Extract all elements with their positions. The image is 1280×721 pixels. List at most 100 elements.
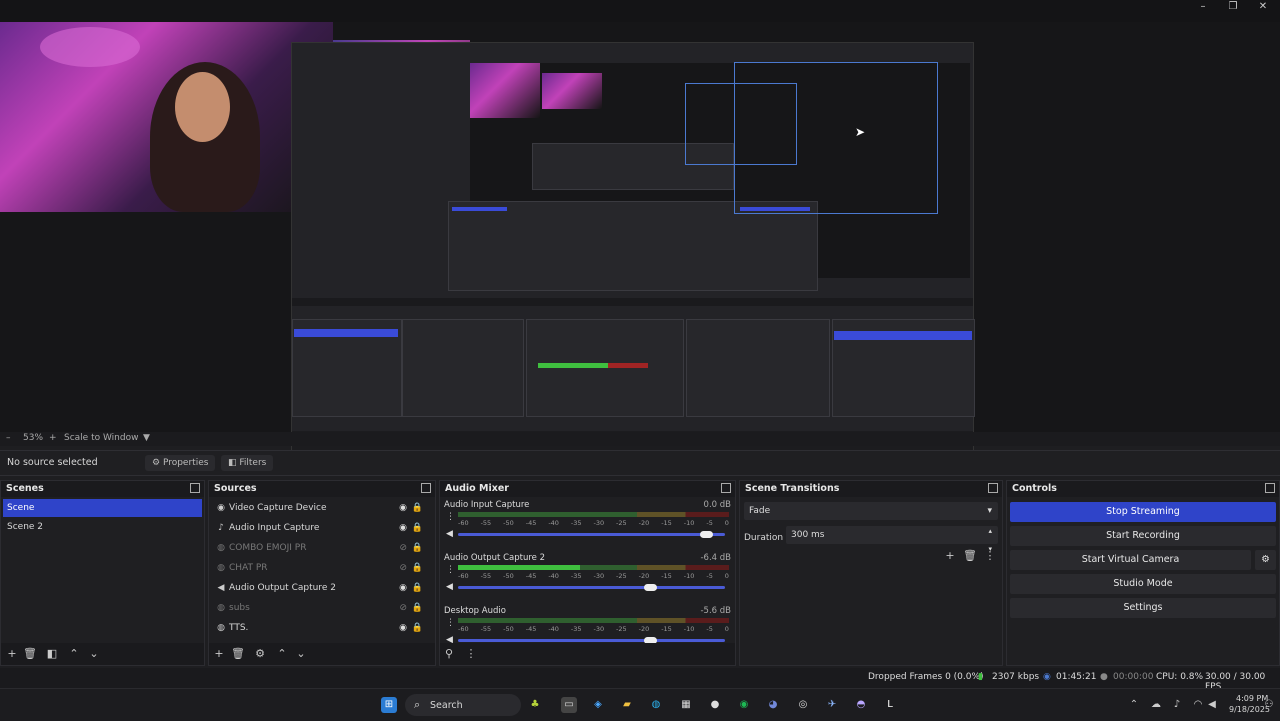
chevron-up-icon[interactable]: ⌃ [1126,697,1142,713]
popout-icon[interactable] [721,483,731,493]
add-icon[interactable]: + [5,647,19,661]
properties-button[interactable]: ⚙ Properties [145,455,216,471]
twitch-icon[interactable]: ◓ [853,697,869,713]
duration-input[interactable]: 300 ms ▴ ▾ [786,526,998,553]
store-icon[interactable]: ▦ [678,697,694,713]
trash-icon[interactable]: 🗑 [231,647,245,661]
source-item[interactable]: ◍ COMBO EMOJI PR ⊘ 🔒 [209,538,435,558]
more-icon[interactable]: ⋮ [983,549,997,563]
popout-icon[interactable] [421,483,431,493]
spotify-icon[interactable]: ◉ [736,697,752,713]
trash-icon[interactable]: 🗑 [23,647,37,661]
eye-hidden-icon[interactable]: ⊘ [399,558,407,578]
move-down-icon[interactable]: ⌄ [87,647,101,661]
controls-dock: Controls Stop Streaming Start Recording … [1006,480,1280,666]
link-icon[interactable]: ⚲ [442,647,456,661]
more-icon[interactable]: ⋮ [446,618,455,628]
zoom-in-button[interactable]: + [49,433,57,443]
move-down-icon[interactable]: ⌄ [294,647,308,661]
volume-knob[interactable] [644,584,658,591]
start-recording-button[interactable]: Start Recording [1010,526,1276,546]
eye-icon[interactable]: ◉ [399,518,407,538]
mouse-cursor-icon: ➤ [855,125,866,139]
widget-icon[interactable]: ♣ [527,697,543,713]
taskbar-search[interactable]: ⌕ Search [405,694,521,716]
source-item[interactable]: ◍ subs ⊘ 🔒 [209,598,435,618]
lock-icon[interactable]: 🔒 [412,598,423,618]
volume-icon[interactable]: ◀ [1204,697,1220,713]
lock-icon[interactable]: 🔒 [412,578,423,598]
discord-icon[interactable]: ◕ [765,697,781,713]
source-item[interactable]: ◀ Audio Output Capture 2 ◉ 🔒 [209,578,435,598]
eye-icon[interactable]: ◉ [399,618,407,638]
restore-icon[interactable]: ❐ [1218,0,1248,16]
popout-icon[interactable] [1265,483,1275,493]
steam-icon[interactable]: ✈ [824,697,840,713]
lock-icon[interactable]: 🔒 [412,518,423,538]
obs-icon[interactable]: ◎ [795,697,811,713]
source-item[interactable]: ♪ Audio Input Capture ◉ 🔒 [209,518,435,538]
scene-item[interactable]: Scene [3,499,202,517]
more-icon[interactable]: ⋮ [446,512,455,522]
eye-icon[interactable]: ◉ [399,498,407,518]
edge-icon[interactable]: ◍ [648,697,664,713]
tick-label: 0 [724,625,729,633]
add-icon[interactable]: + [943,549,957,563]
speaker-icon[interactable]: ◀ [446,529,453,539]
bitrate: 2307 kbps [992,672,1040,682]
lock-icon[interactable]: 🔒 [412,498,423,518]
volume-slider[interactable] [458,637,725,644]
preview-canvas[interactable]: ➤ [0,22,1280,453]
scene-item[interactable]: Scene 2 [3,518,202,536]
source-item[interactable]: ◉ Video Capture Device ◉ 🔒 [209,498,435,518]
speaker-icon[interactable]: ◀ [446,582,453,592]
mic-icon[interactable]: ♪ [1169,697,1185,713]
trash-icon[interactable]: 🗑 [963,549,977,563]
volume-slider[interactable] [458,584,725,591]
volume-slider[interactable] [458,531,725,538]
display-capture-preview [291,42,975,453]
source-item[interactable]: ◍ CHAT PR ⊘ 🔒 [209,558,435,578]
add-icon[interactable]: + [212,647,226,661]
minimize-icon[interactable]: – [1188,0,1218,16]
settings-button[interactable]: Settings [1010,598,1276,618]
filter-icon[interactable]: ◧ [45,647,59,661]
gear-icon[interactable]: ⚙ [253,647,267,661]
windows-start-icon[interactable]: ⊞ [381,697,397,713]
folder-icon[interactable]: ▰ [619,697,635,713]
app-l-icon[interactable]: L [882,697,898,713]
lock-icon[interactable]: 🔒 [412,618,423,638]
popout-icon[interactable] [988,483,998,493]
eye-hidden-icon[interactable]: ⊘ [399,598,407,618]
channel-name: Audio Input Capture [444,500,530,510]
search-icon: ⌕ [414,698,421,711]
lock-icon[interactable]: 🔒 [412,538,423,558]
filters-button[interactable]: ◧ Filters [221,455,274,471]
cloud-icon[interactable]: ☁ [1148,697,1164,713]
close-icon[interactable]: ✕ [1248,0,1278,16]
stream-time: 01:45:21 [1056,672,1097,682]
volume-knob[interactable] [700,531,714,538]
eye-hidden-icon[interactable]: ⊘ [399,538,407,558]
virtual-camera-settings-button[interactable]: ⚙ [1255,550,1276,570]
move-up-icon[interactable]: ⌃ [67,647,81,661]
lock-icon[interactable]: 🔒 [412,558,423,578]
scale-dropdown-icon[interactable]: ▼ [143,433,150,443]
move-up-icon[interactable]: ⌃ [275,647,289,661]
popout-icon[interactable] [190,483,200,493]
app-icon[interactable]: ● [707,697,723,713]
notification-icon[interactable]: ⚇ [1261,697,1277,713]
start-virtual-camera-button[interactable]: Start Virtual Camera [1010,550,1251,570]
task-view-icon[interactable]: ▭ [561,697,577,713]
window-title-bar: – ❐ ✕ [0,0,1280,22]
eye-icon[interactable]: ◉ [399,578,407,598]
more-icon[interactable]: ⋮ [464,647,478,661]
more-icon[interactable]: ⋮ [446,565,455,575]
studio-mode-button[interactable]: Studio Mode [1010,574,1276,594]
transition-select[interactable]: Fade ▾ [744,502,998,520]
copilot-icon[interactable]: ◈ [590,697,606,713]
scale-mode-label[interactable]: Scale to Window [64,433,138,443]
source-item[interactable]: ◍ TTS. ◉ 🔒 [209,618,435,638]
zoom-out-button[interactable]: – [6,433,11,443]
stop-streaming-button[interactable]: Stop Streaming [1010,502,1276,522]
